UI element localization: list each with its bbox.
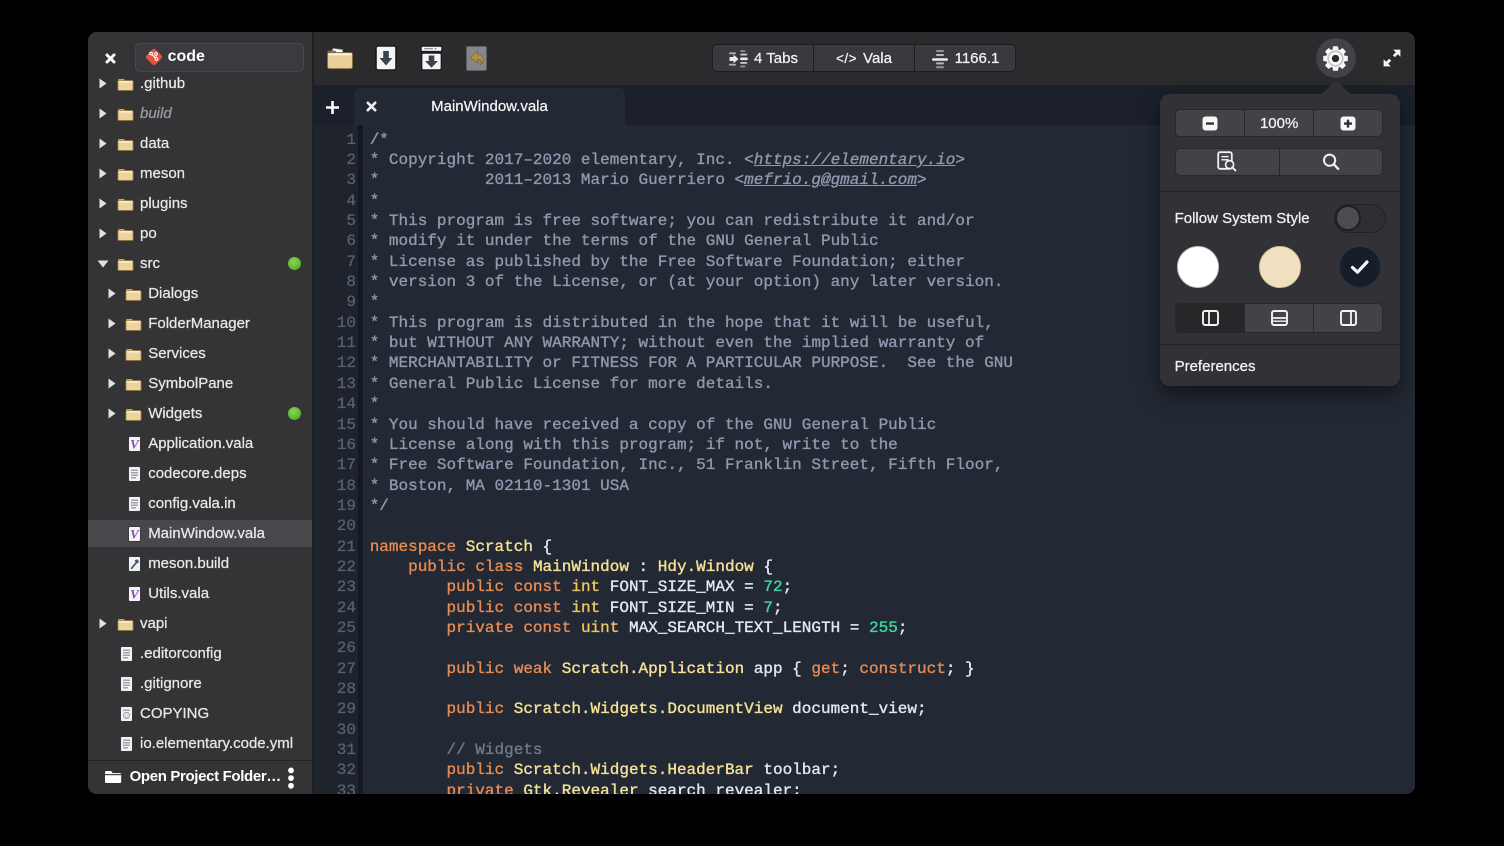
svg-text:V: V <box>130 526 140 541</box>
svg-text:c: c <box>125 713 128 719</box>
svg-text:V: V <box>130 436 140 451</box>
svg-text:V: V <box>130 586 140 601</box>
